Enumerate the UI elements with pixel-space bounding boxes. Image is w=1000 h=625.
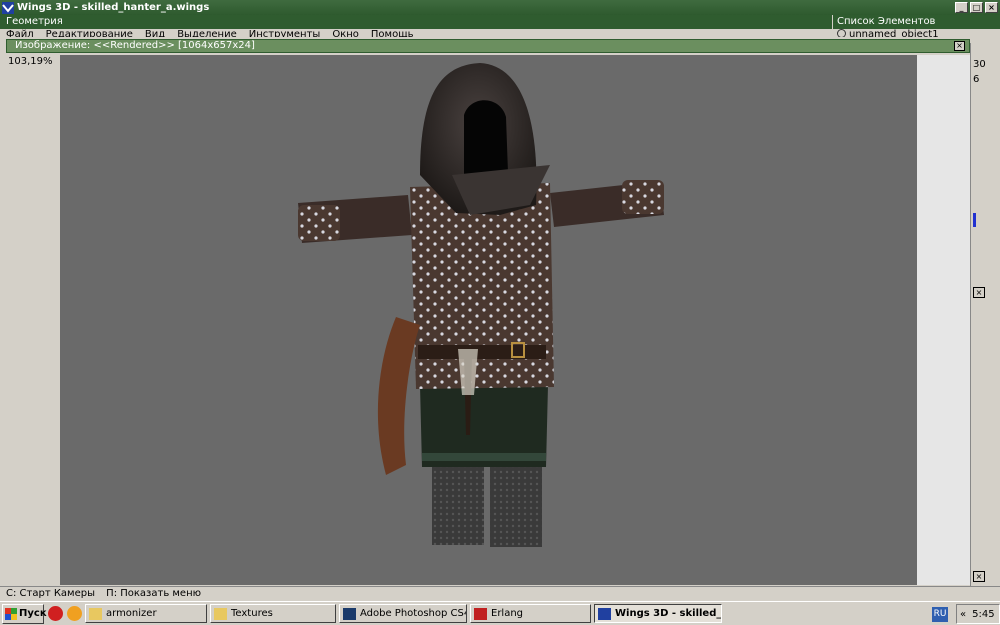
rendered-character xyxy=(298,63,664,547)
system-tray: RU « 5:45 xyxy=(932,604,1000,624)
right-side-panel: 30 6 × × xyxy=(970,43,1000,593)
window-title: Wings 3D - skilled_hanter_a.wings xyxy=(17,2,210,13)
taskbar-item-label: Wings 3D - skilled_h... xyxy=(615,608,722,619)
panel-number-2: 6 xyxy=(973,74,980,85)
desktop: Wings 3D - skilled_hanter_a.wings _ □ × … xyxy=(0,0,1000,625)
panel-number-1: 30 xyxy=(973,59,986,70)
taskbar-item-armonizer[interactable]: armonizer xyxy=(85,604,207,623)
taskbar-item-erlang[interactable]: Erlang xyxy=(470,604,591,623)
image-window: Изображение: <<Rendered>> [1064x657x24] … xyxy=(2,37,970,585)
panel-close-icon-2[interactable]: × xyxy=(973,571,985,582)
tray-expand-icon[interactable]: « xyxy=(960,609,966,620)
taskbar-item-label: Adobe Photoshop CS4 Ex... xyxy=(360,608,466,619)
photoshop-icon xyxy=(343,607,356,620)
elements-list-header: Список Элементов xyxy=(833,15,1000,29)
wings-icon xyxy=(598,607,611,620)
taskbar-item-wings3d[interactable]: Wings 3D - skilled_h... xyxy=(594,604,722,623)
language-indicator[interactable]: RU xyxy=(932,606,948,622)
clock: 5:45 xyxy=(972,608,995,620)
windows-flag-icon xyxy=(5,607,17,620)
minimize-button[interactable]: _ xyxy=(955,2,968,13)
image-window-titlebar[interactable]: Изображение: <<Rendered>> [1064x657x24] … xyxy=(6,39,970,53)
panel-close-icon[interactable]: × xyxy=(973,287,985,298)
render-viewport[interactable] xyxy=(60,55,917,585)
taskbar-item-textures[interactable]: Textures xyxy=(210,604,336,623)
wings-app-icon xyxy=(2,1,14,14)
geometry-header: Геометрия xyxy=(0,15,832,29)
taskbar-item-label: Textures xyxy=(231,608,273,619)
status-camera: С: Старт Камеры xyxy=(6,588,95,599)
status-menu: П: Показать меню xyxy=(106,588,202,599)
viewport-side-strip xyxy=(917,55,970,585)
start-label: Пуск xyxy=(19,608,47,619)
close-button[interactable]: × xyxy=(985,2,998,13)
opera-icon[interactable] xyxy=(48,606,63,621)
start-button[interactable]: Пуск xyxy=(2,603,47,624)
zoom-level: 103,19% xyxy=(8,56,53,67)
taskbar-item-photoshop[interactable]: Adobe Photoshop CS4 Ex... xyxy=(339,604,467,623)
folder-icon xyxy=(214,607,227,620)
tray-clock-area: « 5:45 xyxy=(956,604,1000,624)
firefox-icon[interactable] xyxy=(67,606,82,621)
image-window-title: Изображение: <<Rendered>> [1064x657x24] xyxy=(15,40,255,51)
taskbar-item-label: armonizer xyxy=(106,608,157,619)
taskbar: Пуск armonizer Textures Adobe Photoshop … xyxy=(0,601,1000,625)
maximize-button[interactable]: □ xyxy=(970,2,983,13)
selection-marker xyxy=(973,213,976,227)
main-titlebar[interactable]: Wings 3D - skilled_hanter_a.wings _ □ × xyxy=(0,0,1000,15)
folder-icon xyxy=(89,607,102,620)
status-bar: С: Старт Камеры П: Показать меню xyxy=(0,586,1000,601)
image-close-button[interactable]: × xyxy=(954,41,965,51)
erlang-icon xyxy=(474,607,487,620)
taskbar-item-label: Erlang xyxy=(491,608,524,619)
